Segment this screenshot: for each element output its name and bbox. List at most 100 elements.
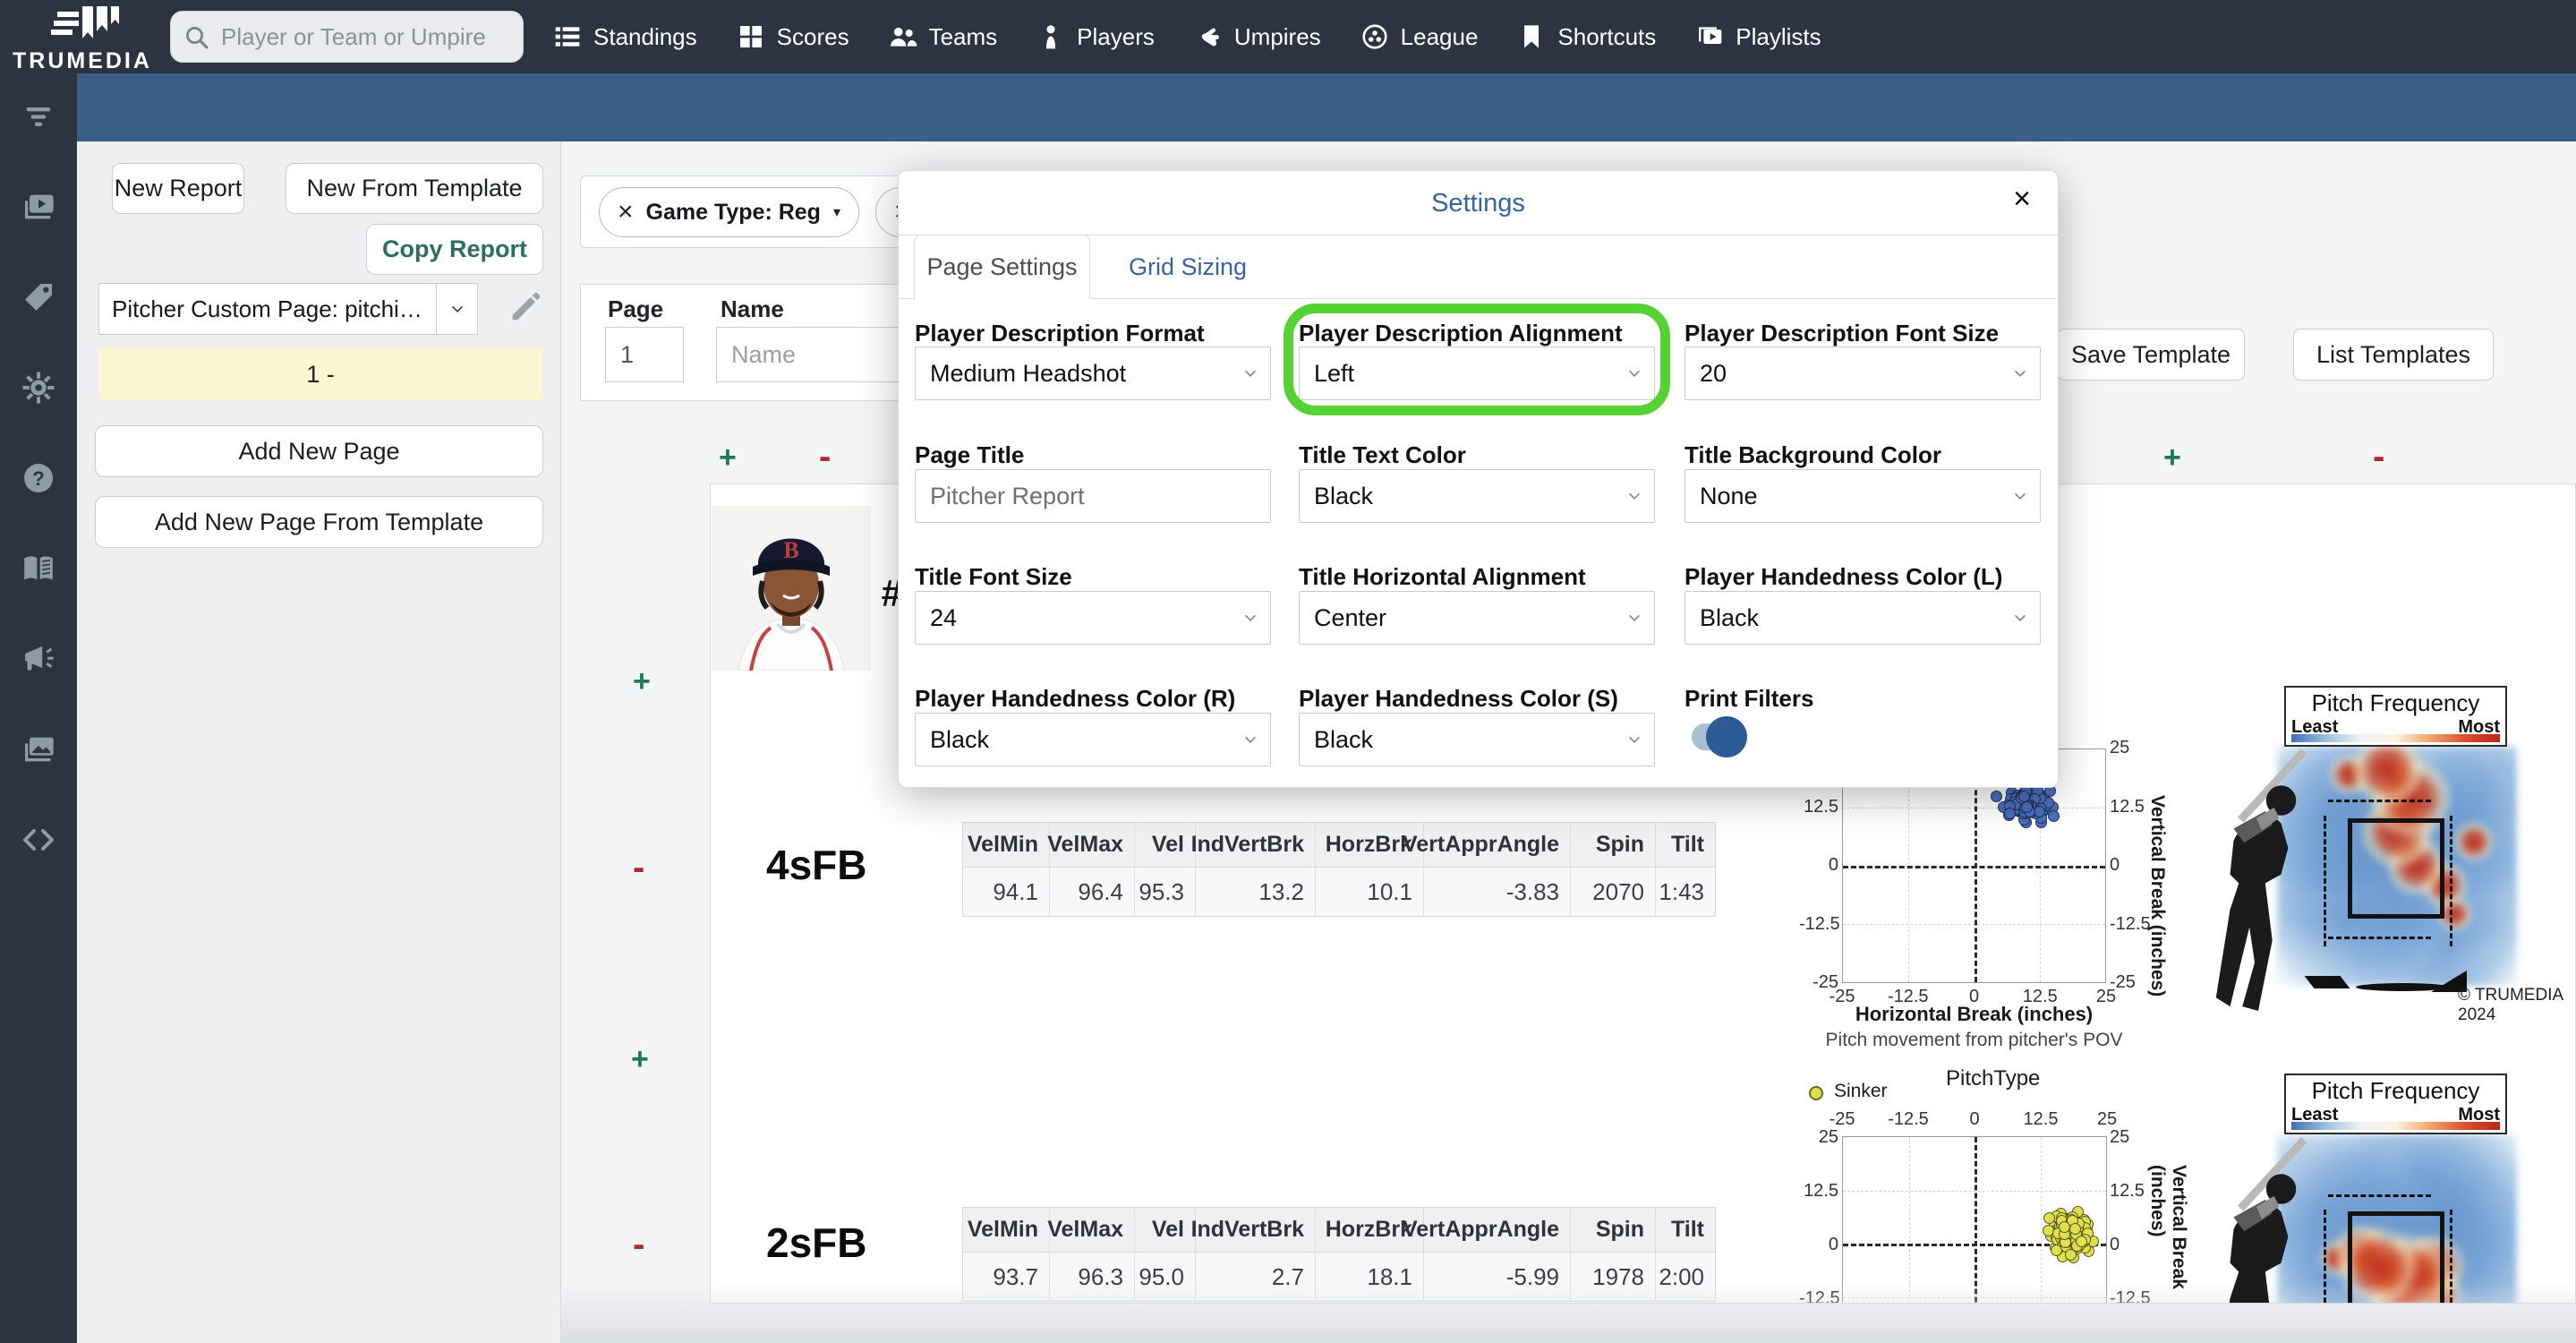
sinker-legend-label: Sinker xyxy=(1834,1081,1888,1101)
select-player-handedness-color-s[interactable]: Black xyxy=(1299,713,1655,766)
shadow-zone-line xyxy=(2324,1210,2326,1303)
new-report-button[interactable]: New Report xyxy=(112,163,244,214)
search-input[interactable] xyxy=(221,13,512,60)
save-template-button[interactable]: Save Template xyxy=(2057,329,2245,381)
add-row-button[interactable]: + xyxy=(631,1044,649,1074)
select-player-handedness-color-r[interactable]: Black xyxy=(915,713,1271,766)
stat-value: 10.1 xyxy=(1316,868,1424,916)
help-icon[interactable]: ? xyxy=(21,460,56,496)
list-templates-button[interactable]: List Templates xyxy=(2293,329,2494,381)
tab-grid-sizing[interactable]: Grid Sizing xyxy=(1118,235,1258,299)
axis-tick: 0 xyxy=(1828,1235,1838,1254)
field-label-page-title: Page Title xyxy=(915,441,1025,468)
nav-item-umpires[interactable]: Umpires xyxy=(1194,22,1321,51)
select-value: Black xyxy=(1314,483,1374,509)
select-title-text-color[interactable]: Black xyxy=(1299,469,1655,523)
chevron-down-icon xyxy=(1615,714,1654,766)
nav-item-scores[interactable]: Scores xyxy=(737,22,849,51)
toggle-print-filters[interactable] xyxy=(1692,716,1747,757)
chevron-down-icon xyxy=(2000,470,2040,522)
remove-row-button[interactable]: - xyxy=(633,1227,644,1262)
page-number-input[interactable] xyxy=(605,327,684,382)
tag-icon[interactable] xyxy=(21,279,56,315)
axis-tick: 25 xyxy=(2110,738,2130,757)
chevron-down-icon xyxy=(1615,470,1654,522)
standings-icon xyxy=(553,22,582,51)
select-player-description-alignment[interactable]: Left xyxy=(1299,346,1655,400)
add-row-button[interactable]: + xyxy=(633,666,651,697)
axis-tick: 12.5 xyxy=(1804,1181,1838,1201)
strike-zone-box xyxy=(2348,1211,2444,1303)
trumedia-logo[interactable]: TRUMEDIA xyxy=(9,2,152,73)
remove-filter-icon[interactable]: × xyxy=(618,199,634,226)
new-from-template-button[interactable]: New From Template xyxy=(286,163,543,214)
scatter-point-4sfb xyxy=(1990,790,2002,802)
nav-item-players[interactable]: Players xyxy=(1036,22,1155,51)
copy-report-button[interactable]: Copy Report xyxy=(366,224,543,275)
add-column-button[interactable]: + xyxy=(2163,442,2181,473)
stat-value: 95.3 xyxy=(1135,868,1196,916)
select-value: None xyxy=(1700,483,1758,509)
edit-report-name-pencil-icon[interactable] xyxy=(508,290,542,324)
add-column-button[interactable]: + xyxy=(719,442,737,473)
nav-item-playlists[interactable]: Playlists xyxy=(1695,22,1821,51)
field-label-title-background-color: Title Background Color xyxy=(1685,441,1941,468)
nav-item-teams[interactable]: Teams xyxy=(889,22,997,51)
shadow-zone-line xyxy=(2450,816,2452,946)
filter-icon[interactable] xyxy=(21,98,56,134)
select-title-font-size[interactable]: 24 xyxy=(915,591,1271,645)
app-screen: TRUMEDIA Standings Scores Teams Players Umpi… xyxy=(0,0,2576,1343)
pitch-row-label-2sfb: 2sFB xyxy=(766,1219,867,1266)
scatter-point-4sfb xyxy=(2048,809,2060,822)
axis-tick: 12.5 xyxy=(2110,796,2145,817)
axis-tick: -12.5 xyxy=(2110,913,2151,934)
tab-page-settings[interactable]: Page Settings xyxy=(914,235,1090,299)
stat-value: 13.2 xyxy=(1196,868,1316,916)
stat-header-vel: Vel xyxy=(1135,1208,1196,1253)
video-playlist-icon[interactable] xyxy=(21,189,56,225)
filter-chip-game-type[interactable]: × Game Type: Reg ▾ xyxy=(599,187,859,237)
stat-header-vel: Vel xyxy=(1135,823,1196,868)
select-player-handedness-color-l[interactable]: Black xyxy=(1685,591,2041,645)
book-icon[interactable] xyxy=(21,551,56,586)
axis-tick: 0 xyxy=(1828,855,1838,875)
select-value: Black xyxy=(930,726,990,753)
remove-column-button[interactable]: - xyxy=(2373,439,2384,475)
name-column-header: Name xyxy=(721,295,784,322)
page-list-row[interactable]: 1 - xyxy=(98,348,542,400)
gear-icon[interactable] xyxy=(21,370,56,406)
select-title-background-color[interactable]: None xyxy=(1685,469,2041,523)
field-label-player-handedness-color-s: Player Handedness Color (S) xyxy=(1299,685,1618,712)
chevron-down-icon xyxy=(1615,347,1654,399)
select-player-description-format[interactable]: Medium Headshot xyxy=(915,346,1271,400)
input-page-title[interactable] xyxy=(915,469,1271,523)
add-new-page-button[interactable]: Add New Page xyxy=(95,425,543,477)
global-search[interactable] xyxy=(170,11,524,63)
close-icon[interactable]: × xyxy=(2013,184,2031,214)
image-stack-icon[interactable] xyxy=(21,731,56,767)
umpires-icon xyxy=(1194,22,1223,51)
nav-item-shortcuts[interactable]: Shortcuts xyxy=(1517,22,1656,51)
code-icon[interactable] xyxy=(21,822,56,858)
field-label-player-handedness-color-l: Player Handedness Color (L) xyxy=(1685,563,2003,590)
remove-row-button[interactable]: - xyxy=(633,850,644,885)
select-player-description-font-size[interactable]: 20 xyxy=(1685,346,2041,400)
pitch-frequency-legend: Pitch Frequency Least Most xyxy=(2284,686,2507,747)
nav-item-league[interactable]: League xyxy=(1361,22,1478,51)
blue-header-bar xyxy=(77,73,2576,141)
stat-header-spin: Spin xyxy=(1571,823,1656,868)
add-new-page-from-template-button[interactable]: Add New Page From Template xyxy=(95,496,543,548)
nav-item-label: Shortcuts xyxy=(1557,22,1657,50)
player-headshot: B xyxy=(712,506,871,672)
axis-tick: -12.5 xyxy=(1799,913,1840,934)
filter-chip-label: Game Type: Reg xyxy=(645,199,821,225)
select-title-horizontal-alignment[interactable]: Center xyxy=(1299,591,1655,645)
select-value: 24 xyxy=(930,604,958,631)
axis-tick: 0 xyxy=(1969,1109,1980,1129)
settings-modal: Settings × Page Settings Grid Sizing Pla… xyxy=(898,170,2059,788)
megaphone-icon[interactable] xyxy=(21,641,56,677)
nav-item-label: Playlists xyxy=(1736,22,1821,50)
nav-item-standings[interactable]: Standings xyxy=(553,22,697,51)
remove-column-button[interactable]: - xyxy=(819,439,831,475)
report-select[interactable]: Pitcher Custom Page: pitching -... xyxy=(98,283,478,335)
